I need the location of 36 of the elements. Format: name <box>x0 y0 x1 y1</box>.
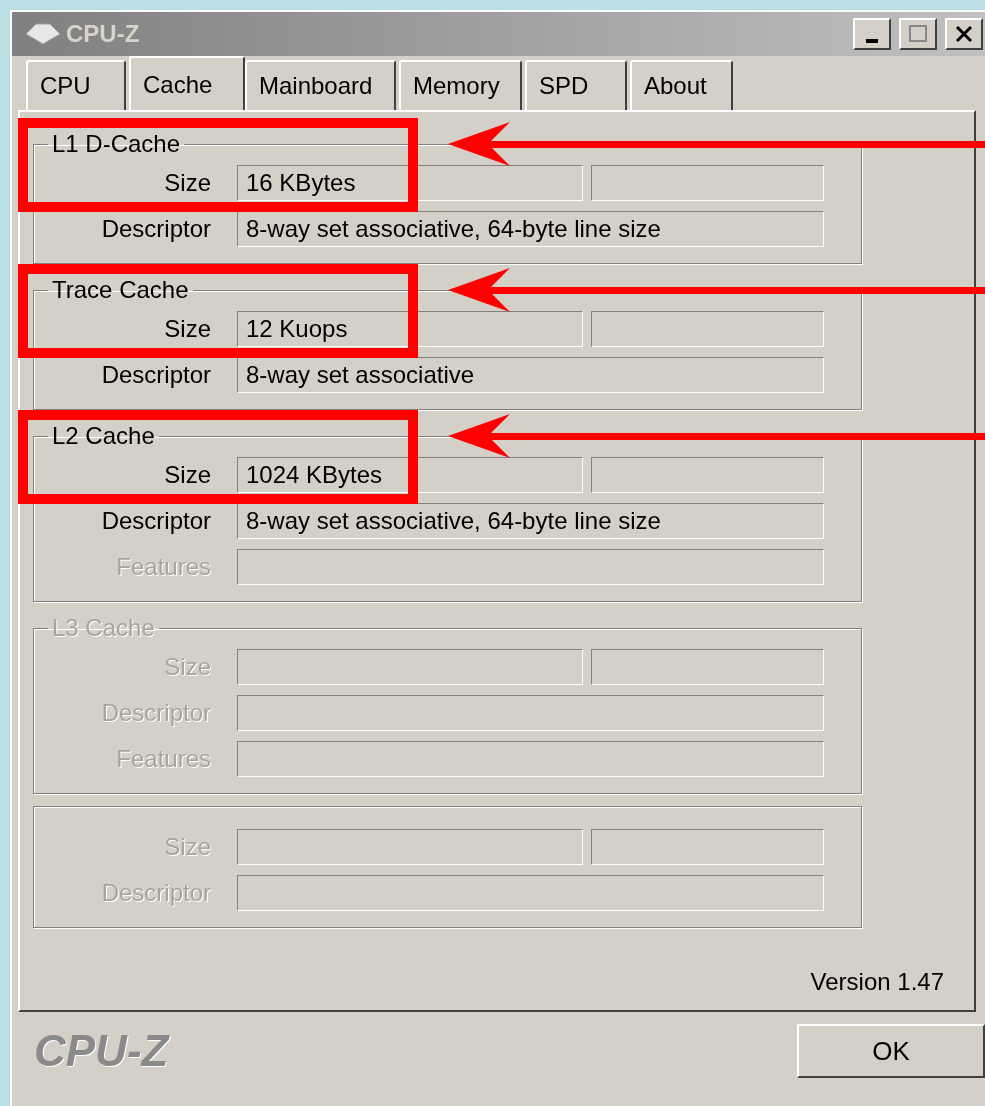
field-label: Size <box>163 169 211 197</box>
field-label: Descriptor <box>100 215 211 243</box>
tab[interactable]: Memory <box>399 60 522 110</box>
value-field: 1024 KBytes <box>237 457 583 493</box>
minimize-button[interactable] <box>853 18 891 50</box>
group-title: L2 Cache <box>51 422 156 450</box>
value-field: 8-way set associative, 64-byte line size <box>237 503 824 539</box>
brand-logo: CPU-Z <box>34 1026 169 1076</box>
arrow-icon <box>448 122 985 166</box>
maximize-button[interactable] <box>899 18 937 50</box>
tab[interactable]: CPU <box>26 60 126 110</box>
arrow-icon <box>448 268 985 312</box>
value-field: 8-way set associative, 64-byte line size <box>237 211 824 247</box>
tab[interactable]: Mainboard <box>245 60 396 110</box>
minimize-icon <box>866 39 878 43</box>
group-title: Trace Cache <box>51 276 190 304</box>
close-button[interactable] <box>945 18 983 50</box>
group-title: L3 Cache <box>51 614 156 642</box>
group-title: L1 D-Cache <box>51 130 182 158</box>
field-label: Descriptor <box>100 507 211 535</box>
field-label: Size <box>163 461 211 489</box>
window-title: CPU-Z <box>66 20 141 48</box>
maximize-icon <box>908 24 928 44</box>
field-label: Descriptor <box>100 361 211 389</box>
tab[interactable]: About <box>630 60 733 110</box>
close-icon <box>955 25 973 43</box>
arrow-icon <box>448 414 985 458</box>
diamond-icon <box>26 23 60 45</box>
value-field: 12 Kuops <box>237 311 583 347</box>
value-field: 8-way set associative <box>237 357 824 393</box>
tab[interactable]: Cache <box>129 56 245 112</box>
tab[interactable]: SPD <box>525 60 627 110</box>
field-label: Size <box>163 315 211 343</box>
value-field: 16 KBytes <box>237 165 583 201</box>
version-text: Version 1.47 <box>810 968 944 996</box>
ok-button[interactable]: OK <box>797 1024 985 1078</box>
